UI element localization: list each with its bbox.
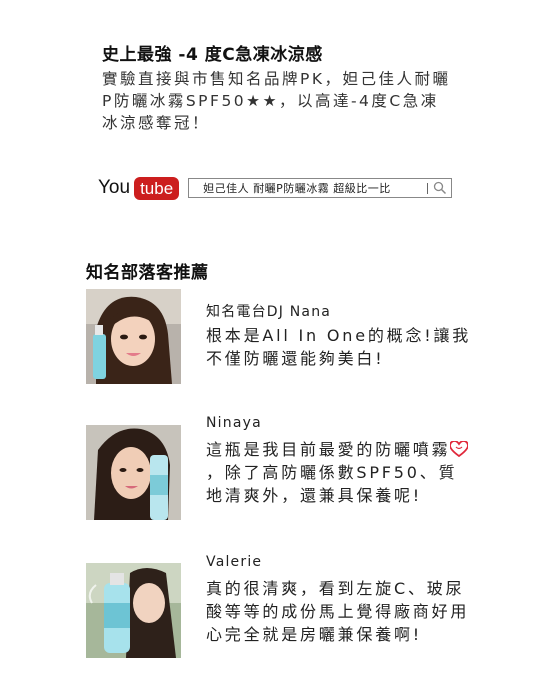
blogger-photo bbox=[86, 425, 181, 520]
youtube-logo-tube: tube bbox=[134, 176, 180, 200]
blogger-name: Valerie bbox=[206, 554, 263, 570]
headline: 史上最強 -4 度C急凍冰涼感 bbox=[102, 45, 323, 65]
testimonial-card: 知名電台DJ Nana 根本是All In One的概念!讓我不僅防曬還能夠美白… bbox=[86, 289, 486, 389]
intro-text: 實驗直接與市售知名品牌PK，妲己佳人耐曬P防曬冰霧SPF50★★，以高達-4度C… bbox=[102, 70, 451, 132]
blogger-photo bbox=[86, 563, 181, 658]
search-query[interactable]: 妲己佳人 耐曬P防曬冰霧 超級比一比 bbox=[189, 180, 427, 196]
testimonial-card: Ninaya 這瓶是我目前最愛的防曬噴霧，除了高防曬係數SPF50、質地清爽外，… bbox=[86, 412, 486, 522]
blogger-quote: 真的很清爽，看到左旋C、玻尿酸等等的成份馬上覺得廠商好用心完全就是房曬兼保養啊! bbox=[206, 579, 470, 644]
testimonial-card: Valerie 真的很清爽，看到左旋C、玻尿酸等等的成份馬上覺得廠商好用心完全就… bbox=[86, 552, 486, 662]
search-icon[interactable] bbox=[433, 181, 447, 195]
youtube-search-box[interactable]: 妲己佳人 耐曬P防曬冰霧 超級比一比 bbox=[188, 178, 453, 198]
section-title: 知名部落客推薦 bbox=[86, 263, 209, 283]
blogger-quote: 根本是All In One的概念!讓我不僅防曬還能夠美白! bbox=[206, 326, 472, 368]
blogger-name: 知名電台DJ Nana bbox=[206, 304, 332, 320]
search-divider bbox=[427, 182, 429, 194]
blogger-quote: 這瓶是我目前最愛的防曬噴霧，除了高防曬係數SPF50、質地清爽外，還兼具保養呢! bbox=[206, 438, 474, 507]
blogger-name: Ninaya bbox=[206, 415, 262, 431]
blogger-photo bbox=[86, 289, 181, 384]
youtube-search-bar[interactable]: You tube 妲己佳人 耐曬P防曬冰霧 超級比一比 bbox=[98, 176, 453, 200]
heart-icon bbox=[450, 441, 469, 457]
youtube-logo-you: You bbox=[98, 177, 131, 198]
